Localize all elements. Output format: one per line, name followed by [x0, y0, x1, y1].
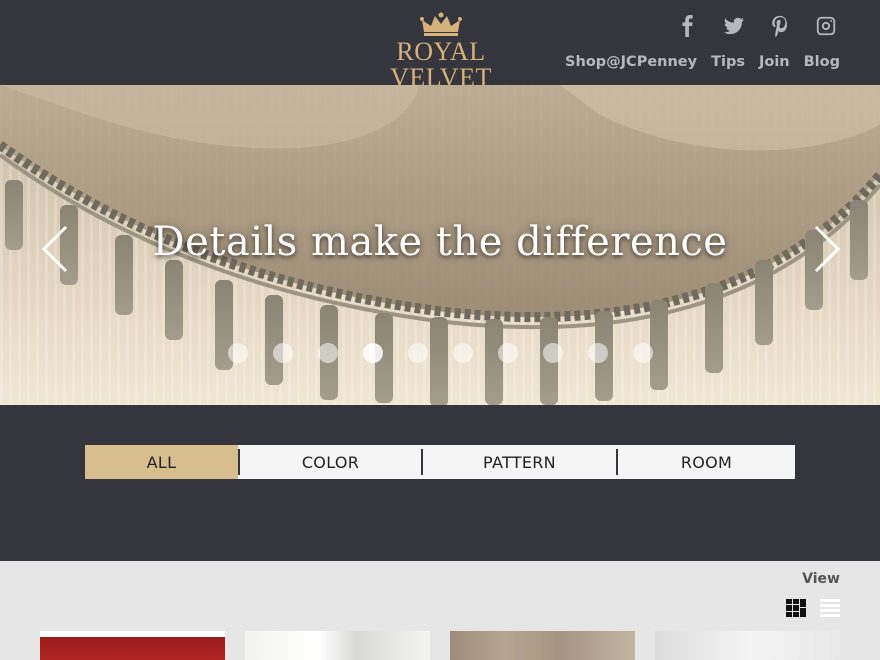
- pinterest-icon[interactable]: [766, 12, 794, 40]
- tab-all[interactable]: ALL: [85, 445, 238, 479]
- site-header: ROYAL VELVET Shop@JCPenney Tips Join Blo…: [0, 0, 880, 91]
- nav-shop-jcpenney[interactable]: Shop@JCPenney: [565, 54, 697, 70]
- crown-icon: [420, 12, 462, 36]
- nav-tips[interactable]: Tips: [711, 54, 745, 70]
- grid-icon[interactable]: [786, 599, 806, 617]
- product-gallery: View: [0, 561, 880, 660]
- slider-prev-arrow[interactable]: [40, 225, 70, 273]
- tab-color[interactable]: COLOR: [240, 445, 421, 479]
- nav-join[interactable]: Join: [759, 54, 790, 70]
- slider-dot-active[interactable]: [363, 343, 383, 363]
- tab-pattern[interactable]: PATTERN: [423, 445, 616, 479]
- product-thumbnail[interactable]: [450, 631, 635, 660]
- social-links: [656, 12, 840, 40]
- logo-wordmark: ROYAL VELVET: [390, 37, 492, 92]
- slider-dot[interactable]: [228, 343, 248, 363]
- chevron-right-icon: [814, 225, 841, 273]
- instagram-icon[interactable]: [812, 12, 840, 40]
- twitter-icon[interactable]: [720, 12, 748, 40]
- filter-tabs: ALL COLOR PATTERN ROOM: [85, 445, 795, 479]
- slider-dot[interactable]: [588, 343, 608, 363]
- product-thumbnail[interactable]: [655, 631, 840, 660]
- product-thumbnail[interactable]: [245, 631, 430, 660]
- view-label: View: [802, 571, 840, 587]
- slider-dot[interactable]: [318, 343, 338, 363]
- slider-dot[interactable]: [498, 343, 518, 363]
- product-thumbnail[interactable]: [40, 631, 225, 660]
- facebook-icon[interactable]: [674, 12, 702, 40]
- slider-next-arrow[interactable]: [812, 225, 842, 273]
- hero-title: Details make the difference: [152, 219, 728, 265]
- slider-dot[interactable]: [273, 343, 293, 363]
- hero-slider: Details make the difference: [0, 85, 880, 405]
- slider-pagination: [228, 343, 678, 363]
- slider-dot[interactable]: [633, 343, 653, 363]
- product-thumbnails: [40, 631, 860, 660]
- list-icon[interactable]: [820, 599, 840, 617]
- nav-blog[interactable]: Blog: [804, 54, 840, 70]
- slider-dot[interactable]: [453, 343, 473, 363]
- tab-room[interactable]: ROOM: [618, 445, 795, 479]
- royal-velvet-logo[interactable]: ROYAL VELVET: [350, 12, 532, 91]
- chevron-left-icon: [41, 225, 68, 273]
- top-nav: Shop@JCPenney Tips Join Blog: [551, 54, 840, 70]
- slider-dot[interactable]: [543, 343, 563, 363]
- view-mode-toggle: [772, 599, 840, 617]
- slider-dot[interactable]: [408, 343, 428, 363]
